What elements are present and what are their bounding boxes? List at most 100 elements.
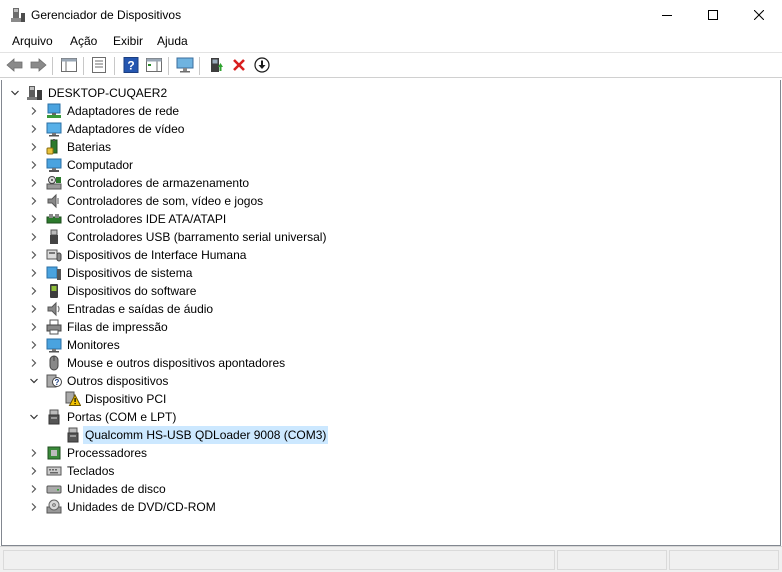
chevron-down-icon[interactable] [10,88,20,98]
action-pane-icon [146,57,162,75]
tree-category-label: Adaptadores de vídeo [67,122,185,136]
tree-category-label: Unidades de disco [67,482,166,496]
computer-root-icon [27,85,43,101]
sound-icon [46,193,62,209]
properties-button[interactable] [89,56,109,76]
tree-category-unidades-de-dvd-cd-rom[interactable]: Unidades de DVD/CD-ROM [2,498,502,516]
chevron-right-icon[interactable] [29,214,39,224]
tree-device-qualcomm-hs-usb-qdloader-9008-com3[interactable]: Qualcomm HS-USB QDLoader 9008 (COM3) [2,426,502,444]
tree-category-label: Computador [67,158,134,172]
back-button[interactable] [5,56,25,76]
action-pane-button[interactable] [144,56,164,76]
chevron-right-icon[interactable] [29,322,39,332]
tree-category-controladores-de-som-video-e-jogos[interactable]: Controladores de som, vídeo e jogos [2,192,502,210]
tree-category-mouse-e-outros-dispositivos-apontadores[interactable]: Mouse e outros dispositivos apontadores [2,354,502,372]
chevron-right-icon[interactable] [29,196,39,206]
unknown-device-icon: ? [46,373,62,389]
download-circle-icon [254,56,270,76]
menu-help[interactable]: Ajuda [157,34,188,48]
tree-category-outros-dispositivos[interactable]: ? Outros dispositivos [2,372,502,390]
minimize-icon [662,10,672,20]
tree-category-label: Controladores USB (barramento serial uni… [67,230,327,244]
status-pane-middle [557,550,667,570]
forward-button[interactable] [28,56,48,76]
scan-hardware-button[interactable] [175,56,195,76]
toolbar: ? [0,52,782,78]
chevron-right-icon[interactable] [29,232,39,242]
menu-view[interactable]: Exibir [113,34,143,48]
help-button[interactable]: ? [121,56,141,76]
computer-icon [46,157,62,173]
tree-category-label: Processadores [67,446,148,460]
tree-category-dispositivos-do-software[interactable]: Dispositivos do software [2,282,502,300]
tree-category-label: Teclados [67,464,115,478]
tree-category-entradas-e-saidas-de-audio[interactable]: Entradas e saídas de áudio [2,300,502,318]
uninstall-x-icon [232,58,246,75]
chevron-right-icon[interactable] [29,502,39,512]
close-icon [754,10,764,20]
tree-category-unidades-de-disco[interactable]: Unidades de disco [2,480,502,498]
close-button[interactable] [736,0,782,30]
console-tree-button[interactable] [59,56,79,76]
system-device-icon [46,265,62,281]
tree-category-processadores[interactable]: Processadores [2,444,502,462]
window-title: Gerenciador de Dispositivos [31,8,182,22]
chevron-right-icon[interactable] [29,448,39,458]
chevron-right-icon[interactable] [29,106,39,116]
chevron-right-icon[interactable] [29,268,39,278]
chevron-right-icon[interactable] [29,466,39,476]
tree-category-controladores-de-armazenamento[interactable]: Controladores de armazenamento [2,174,502,192]
tree-category-label: Controladores de som, vídeo e jogos [67,194,264,208]
chevron-right-icon[interactable] [29,286,39,296]
tree-category-label: Filas de impressão [67,320,168,334]
tree-category-label: Mouse e outros dispositivos apontadores [67,356,286,370]
tree-device-dispositivo-pci[interactable]: Dispositivo PCI [2,390,502,408]
tree-category-label: Portas (COM e LPT) [67,410,177,424]
monitor-icon [46,337,62,353]
chevron-right-icon[interactable] [29,484,39,494]
battery-icon [46,139,62,155]
computer-name: DESKTOP-CUQAER2 [48,86,168,100]
chevron-down-icon[interactable] [29,412,39,422]
tree-category-adaptadores-de-rede[interactable]: Adaptadores de rede [2,102,502,120]
tree-category-dispositivos-de-sistema[interactable]: Dispositivos de sistema [2,264,502,282]
forward-arrow-icon [29,57,47,76]
tree-category-teclados[interactable]: Teclados [2,462,502,480]
tree-category-portas-com-e-lpt[interactable]: Portas (COM e LPT) [2,408,502,426]
storage-controller-icon [46,175,62,191]
tree-category-controladores-ide-ata-atapi[interactable]: Controladores IDE ATA/ATAPI [2,210,502,228]
chevron-right-icon[interactable] [29,124,39,134]
menu-bar: Arquivo Ação Exibir Ajuda [0,30,782,52]
chevron-right-icon[interactable] [29,178,39,188]
uninstall-button[interactable] [229,56,249,76]
show-hide-console-tree-icon [61,57,77,75]
chevron-right-icon[interactable] [29,358,39,368]
tree-category-monitores[interactable]: Monitores [2,336,502,354]
tree-root[interactable]: DESKTOP-CUQAER2 [2,84,402,102]
tree-category-filas-de-impressao[interactable]: Filas de impressão [2,318,502,336]
tree-category-baterias[interactable]: Baterias [2,138,502,156]
tree-category-computador[interactable]: Computador [2,156,502,174]
minimize-button[interactable] [644,0,690,30]
chevron-down-icon[interactable] [29,376,39,386]
tree-category-controladores-usb-barramento-serial-universal[interactable]: Controladores USB (barramento serial uni… [2,228,502,246]
chevron-right-icon[interactable] [29,160,39,170]
menu-file[interactable]: Arquivo [12,34,53,48]
tree-device-label: Qualcomm HS-USB QDLoader 9008 (COM3) [83,426,329,444]
chevron-right-icon[interactable] [29,142,39,152]
chevron-right-icon[interactable] [29,250,39,260]
enable-device-button[interactable] [252,56,272,76]
menu-action[interactable]: Ação [70,34,97,48]
tree-category-label: Dispositivos do software [67,284,197,298]
maximize-button[interactable] [690,0,736,30]
toolbar-separator [83,57,84,75]
tree-category-adaptadores-de-video[interactable]: Adaptadores de vídeo [2,120,502,138]
update-driver-button[interactable] [206,56,226,76]
hid-icon [46,247,62,263]
svg-text:?: ? [55,378,60,387]
display-adapter-icon [46,121,62,137]
chevron-right-icon[interactable] [29,340,39,350]
update-driver-icon [208,57,224,76]
tree-category-dispositivos-de-interface-humana[interactable]: Dispositivos de Interface Humana [2,246,502,264]
chevron-right-icon[interactable] [29,304,39,314]
